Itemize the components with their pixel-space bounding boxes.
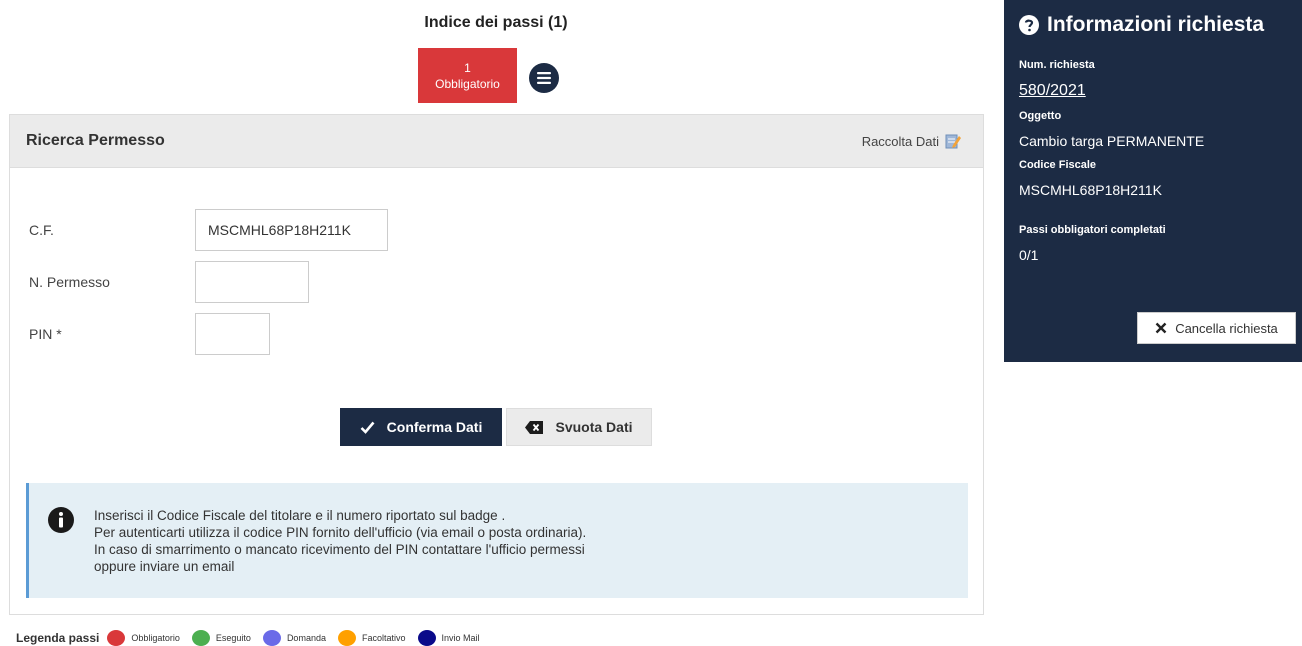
step-number: 1 [464,61,471,75]
legend-label: Eseguito [215,633,251,643]
completed-steps-label: Passi obbligatori completati [1019,224,1166,236]
cf-row: C.F. [29,209,388,251]
info-line: Inserisci il Codice Fiscale del titolare… [94,508,506,523]
request-info-sidebar: Informazioni richiesta Num. richiesta 58… [1004,0,1302,362]
panel-tag-label: Raccolta Dati [861,133,939,149]
legend-dot [337,630,356,646]
confirm-data-label: Conferma Dati [386,419,483,435]
legend-label: Obbligatorio [131,633,180,643]
legend-dot [107,630,126,646]
confirm-data-button[interactable]: Conferma Dati [340,408,502,446]
check-icon [360,421,375,434]
cf-label: C.F. [29,222,54,238]
sidebar-title-text: Informazioni richiesta [1047,13,1265,36]
tax-code-value: MSCMHL68P18H211K [1019,182,1162,198]
info-line: Per autenticarti utilizza il codice PIN … [94,525,587,540]
pin-row: PIN * [29,313,270,355]
info-icon [48,507,74,533]
subject-value: Cambio targa PERMANENTE [1019,133,1205,149]
info-line: In caso di smarrimento o mancato ricevim… [94,542,585,557]
request-number-link[interactable]: 580/2021 [1019,82,1086,100]
legend-title: Legenda passi [16,631,100,645]
panel-header: Ricerca Permesso Raccolta Dati [10,115,983,168]
panel-title: Ricerca Permesso [26,132,165,149]
legend-dot [417,630,436,646]
legend-item-question: Domanda [262,630,326,646]
steps-menu-button[interactable] [529,63,559,93]
request-number-label: Num. richiesta [1019,59,1095,71]
backspace-icon [525,420,544,434]
legend-dot [191,630,210,646]
step-1-mandatory[interactable]: 1 Obbligatorio [418,48,517,103]
info-text: Inserisci il Codice Fiscale del titolare… [94,507,586,575]
steps-index-title: Indice dei passi (1) [424,14,568,31]
search-permit-panel: Ricerca Permesso Raccolta Dati C.F. N. P… [9,114,984,615]
legend-label: Facoltativo [361,633,406,643]
question-circle-icon [1019,15,1039,35]
permit-number-row: N. Permesso [29,261,309,303]
clear-data-button[interactable]: Svuota Dati [506,408,652,446]
legend-item-send-mail: Invio Mail [417,630,480,646]
hamburger-icon [537,72,551,84]
permit-number-input[interactable] [195,261,309,303]
subject-label: Oggetto [1019,110,1062,122]
close-icon [1155,322,1167,334]
tax-code-label: Codice Fiscale [1019,159,1097,171]
permit-number-label: N. Permesso [29,274,110,290]
pin-input[interactable] [195,313,270,355]
completed-steps-value: 0/1 [1019,247,1039,263]
pin-label: PIN * [29,326,62,342]
step-label: Obbligatorio [435,77,500,91]
sidebar-title: Informazioni richiesta [1019,13,1287,37]
steps-legend: Legenda passi Obbligatorio Eseguito Doma… [16,630,492,646]
cancel-request-button[interactable]: Cancella richiesta [1137,312,1296,344]
info-line: oppure inviare un email [94,559,235,574]
cancel-request-label: Cancella richiesta [1175,320,1278,336]
edit-note-icon [945,134,961,149]
legend-item-optional: Facoltativo [337,630,406,646]
legend-item-mandatory: Obbligatorio [107,630,180,646]
cf-input[interactable] [195,209,388,251]
data-collection-tag: Raccolta Dati [862,133,961,149]
legend-label: Domanda [286,633,326,643]
legend-label: Invio Mail [441,633,480,643]
legend-item-done: Eseguito [191,630,251,646]
info-alert: Inserisci il Codice Fiscale del titolare… [26,483,968,598]
clear-data-label: Svuota Dati [555,419,633,435]
legend-dot [262,630,281,646]
